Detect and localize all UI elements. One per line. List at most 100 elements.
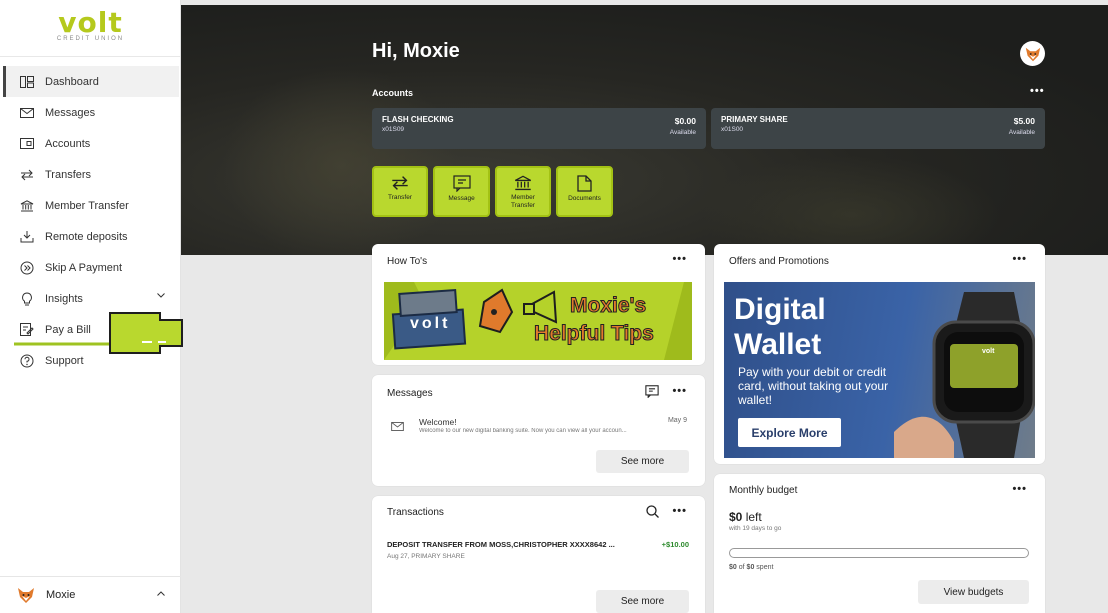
message-preview: Welcome to our new digital banking suite… (419, 428, 627, 434)
messages-see-more-button[interactable]: See more (596, 450, 689, 473)
sidebar-item-label: Remote deposits (45, 230, 128, 243)
budget-days-remaining: with 19 days to go (729, 525, 782, 532)
user-menu[interactable]: Moxie (0, 576, 181, 613)
sidebar-item-label: Transfers (45, 168, 92, 181)
sidebar-item-label: Messages (45, 106, 96, 119)
sidebar-item-remote-deposits[interactable]: Remote deposits (3, 221, 179, 252)
quick-action-message[interactable]: Message (433, 166, 490, 217)
budget-spent: $0 of $0 spent (729, 564, 773, 571)
account-card-primary-share[interactable]: PRIMARY SHARE x01S00 $5.00 Available (711, 108, 1045, 149)
card-brand: volt (982, 348, 995, 355)
budget-left: $0 left (729, 510, 762, 524)
of-word: of (738, 564, 745, 571)
account-number: x01S00 (721, 126, 744, 133)
quick-action-documents[interactable]: Documents (556, 166, 613, 217)
deposit-icon (19, 229, 35, 245)
sidebar-item-messages[interactable]: Messages (3, 97, 179, 128)
spent-amount: $0 (729, 564, 737, 571)
logo[interactable]: volt CREDIT UNION (0, 8, 181, 43)
fox-avatar-icon[interactable] (1020, 41, 1045, 66)
accounts-more-button[interactable]: ••• (1030, 85, 1045, 97)
search-icon[interactable] (646, 505, 659, 518)
quick-action-label: Member Transfer (511, 194, 535, 209)
new-message-icon[interactable] (645, 385, 659, 398)
accounts-icon (19, 136, 35, 152)
account-status: Available (669, 129, 696, 136)
transactions-card: Transactions ••• DEPOSIT TRANSFER FROM M… (372, 496, 705, 613)
howto-more-button[interactable]: ••• (672, 253, 687, 265)
smartwatch-illustration (894, 292, 1035, 458)
offers-more-button[interactable]: ••• (1012, 253, 1027, 265)
banner-brand: volt (410, 315, 451, 332)
account-name: PRIMARY SHARE (721, 115, 788, 124)
bank-icon (514, 175, 532, 191)
transactions-more-button[interactable]: ••• (672, 505, 687, 517)
account-number: x01S09 (382, 126, 405, 133)
message-item[interactable]: Welcome! Welcome to our new digital bank… (389, 417, 689, 447)
green-arrow-pointer (14, 312, 183, 354)
banner-text-1: Moxie's (569, 294, 647, 318)
wallet-body: Pay with your debit or credit card, with… (738, 365, 889, 407)
transaction-amount: +$10.00 (661, 540, 689, 549)
bank-icon (19, 198, 35, 214)
quick-action-member-transfer[interactable]: Member Transfer (495, 166, 551, 217)
view-budgets-button[interactable]: View budgets (918, 580, 1029, 604)
headline-1: Digital (734, 293, 826, 326)
sidebar-item-accounts[interactable]: Accounts (3, 128, 179, 159)
message-title: Welcome! (419, 417, 457, 427)
sidebar-item-label: Skip A Payment (45, 261, 123, 274)
greeting: Hi, Moxie (372, 40, 460, 62)
divider (0, 56, 180, 57)
transfer-arrows-icon (391, 175, 409, 191)
helpful-tips-banner[interactable]: volt Moxie's Helpful Tips (384, 282, 692, 360)
skip-icon (19, 260, 35, 276)
transaction-meta: Aug 27, PRIMARY SHARE (387, 553, 465, 560)
explore-more-button[interactable]: Explore More (738, 418, 841, 447)
budget-more-button[interactable]: ••• (1012, 483, 1027, 495)
wallet-headline: Digital Wallet (734, 292, 826, 362)
quick-action-label: Message (448, 195, 475, 202)
sidebar-item-label: Insights (45, 292, 83, 305)
card-title: Messages (387, 388, 433, 399)
quick-action-label: Transfer (388, 194, 412, 201)
transaction-description: DEPOSIT TRANSFER FROM MOSS,CHRISTOPHER X… (387, 540, 615, 549)
offers-card: Offers and Promotions ••• volt Digital Wa… (714, 244, 1045, 464)
chevron-up-icon (157, 591, 165, 596)
account-name: FLASH CHECKING (382, 115, 454, 124)
quick-action-transfer[interactable]: Transfer (372, 166, 428, 217)
transfer-arrows-icon (19, 167, 35, 183)
quick-action-label: Documents (568, 195, 601, 202)
sidebar-item-label: Accounts (45, 137, 91, 150)
spent-word: spent (756, 564, 774, 571)
chevron-down-icon[interactable] (157, 293, 165, 298)
envelope-icon (391, 422, 404, 431)
banner-text-2: Helpful Tips (534, 322, 655, 346)
budget-left-amount: $0 (729, 510, 743, 524)
message-date: May 9 (667, 417, 687, 424)
sidebar-item-member-transfer[interactable]: Member Transfer (3, 190, 179, 221)
logo-subtitle: CREDIT UNION (56, 36, 125, 42)
card-title: Transactions (387, 507, 444, 518)
card-title: How To's (387, 256, 428, 267)
messages-more-button[interactable]: ••• (672, 385, 687, 397)
sidebar-item-dashboard[interactable]: Dashboard (3, 66, 179, 97)
monthly-budget-card: Monthly budget ••• $0 left with 19 days … (714, 474, 1045, 613)
card-title: Monthly budget (729, 485, 798, 496)
sidebar-item-transfers[interactable]: Transfers (3, 159, 179, 190)
account-amount: $5.00 (1013, 116, 1035, 126)
lightbulb-icon (19, 291, 35, 307)
envelope-icon (19, 105, 35, 121)
account-amount: $0.00 (674, 116, 696, 126)
accounts-label: Accounts (372, 88, 414, 98)
howto-card: How To's ••• volt Moxie's Helpful Tips (372, 244, 705, 365)
account-status: Available (1008, 129, 1035, 136)
document-icon (577, 175, 592, 192)
user-name: Moxie (46, 589, 76, 601)
fox-avatar-icon (16, 585, 36, 605)
sidebar-item-skip-a-payment[interactable]: Skip A Payment (3, 252, 179, 283)
dashboard-icon (19, 74, 35, 90)
digital-wallet-banner[interactable]: volt Digital Wallet Pay with your debit o… (724, 282, 1035, 458)
transactions-see-more-button[interactable]: See more (596, 590, 689, 613)
budget-left-word: left (745, 510, 762, 524)
account-card-flash-checking[interactable]: FLASH CHECKING x01S09 $0.00 Available (372, 108, 706, 149)
